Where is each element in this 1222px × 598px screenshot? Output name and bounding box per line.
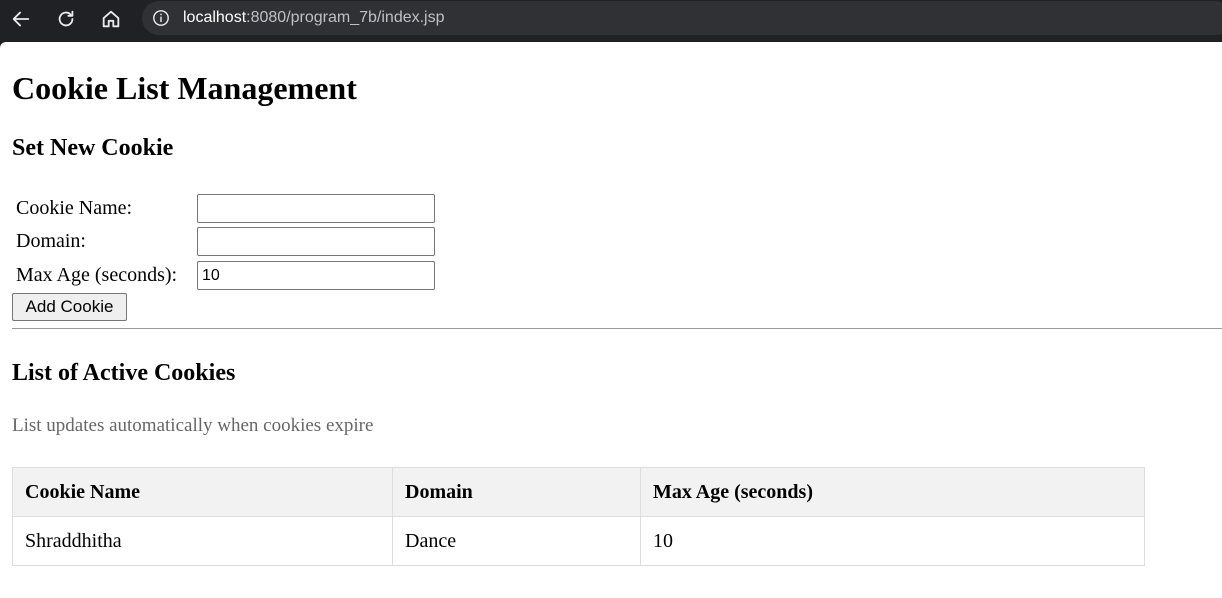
page-title: Cookie List Management <box>12 70 357 106</box>
max-age-label: Max Age (seconds): <box>16 264 178 286</box>
url-text[interactable]: localhost:8080/program_7b/index.jsp <box>183 9 445 27</box>
reload-icon[interactable] <box>51 4 81 34</box>
section-divider <box>12 328 1222 329</box>
cell-max-age: 10 <box>640 516 1145 566</box>
set-cookie-heading: Set New Cookie <box>12 135 174 161</box>
domain-label: Domain: <box>16 230 86 252</box>
back-icon[interactable] <box>6 4 36 34</box>
table-header-row: Cookie Name Domain Max Age (seconds) <box>12 467 1145 517</box>
table-row: Shraddhitha Dance 10 <box>12 516 1145 566</box>
cookie-name-label: Cookie Name: <box>16 197 133 219</box>
page-viewport: Cookie List Management Set New Cookie Co… <box>0 42 1222 598</box>
url-host: localhost <box>183 9 247 26</box>
column-header-domain: Domain <box>392 467 641 517</box>
active-cookies-heading: List of Active Cookies <box>12 360 236 386</box>
cell-cookie-name: Shraddhitha <box>12 516 393 566</box>
domain-input[interactable] <box>197 227 435 256</box>
auto-update-note: List updates automatically when cookies … <box>12 415 374 436</box>
address-bar[interactable]: localhost:8080/program_7b/index.jsp <box>142 1 1222 35</box>
column-header-cookie-name: Cookie Name <box>12 467 393 517</box>
home-icon[interactable] <box>96 4 126 34</box>
url-path: :8080/program_7b/index.jsp <box>246 9 445 26</box>
cookies-table: Cookie Name Domain Max Age (seconds) Shr… <box>12 467 1145 566</box>
column-header-max-age: Max Age (seconds) <box>640 467 1145 517</box>
max-age-input[interactable] <box>197 261 435 290</box>
site-info-icon[interactable] <box>152 9 170 27</box>
browser-toolbar: localhost:8080/program_7b/index.jsp <box>0 0 1222 38</box>
cell-domain: Dance <box>392 516 641 566</box>
add-cookie-button[interactable]: Add Cookie <box>12 293 127 321</box>
cookie-name-input[interactable] <box>197 194 435 223</box>
